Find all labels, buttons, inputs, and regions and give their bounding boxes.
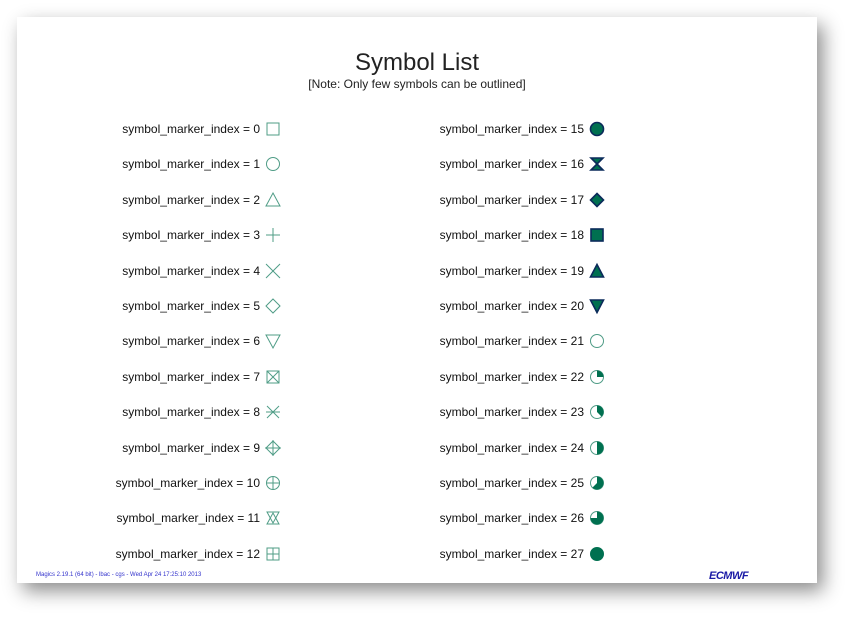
plot-page: Symbol List [Note: Only few symbols can … xyxy=(17,17,817,583)
marker-27-icon xyxy=(590,546,604,561)
marker-18-icon xyxy=(590,228,604,242)
right-symbol-row: symbol_marker_index = 15 xyxy=(17,120,610,140)
right-symbol-row: symbol_marker_index = 21 xyxy=(17,332,610,352)
right-symbol-row: symbol_marker_index = 20 xyxy=(17,297,610,317)
right-symbol-row: symbol_marker_index = 17 xyxy=(17,191,610,211)
symbol-label: symbol_marker_index = 22 xyxy=(439,369,584,384)
ecmwf-logo: ECMWF xyxy=(709,570,749,582)
page-subtitle: [Note: Only few symbols can be outlined] xyxy=(308,77,526,91)
right-symbol-row: symbol_marker_index = 16 xyxy=(17,155,610,175)
marker-17-icon xyxy=(589,192,605,208)
symbol-label: symbol_marker_index = 21 xyxy=(439,334,584,349)
marker-24-icon xyxy=(590,440,604,455)
symbol-label: symbol_marker_index = 26 xyxy=(439,511,584,526)
symbol-label: symbol_marker_index = 25 xyxy=(439,476,584,490)
magics-footer: Magics 2.19.1 (64 bit) - lbac - cgs - We… xyxy=(36,572,202,578)
right-symbol-row: symbol_marker_index = 25 xyxy=(17,474,610,494)
right-symbol-row: symbol_marker_index = 22 xyxy=(17,368,610,388)
symbol-label: symbol_marker_index = 19 xyxy=(439,263,584,278)
symbol-label: symbol_marker_index = 24 xyxy=(439,440,584,455)
symbol-label: symbol_marker_index = 23 xyxy=(439,405,584,420)
marker-15-icon xyxy=(589,121,605,137)
right-symbol-row: symbol_marker_index = 24 xyxy=(17,439,610,459)
marker-16-icon xyxy=(589,157,605,172)
marker-23-icon xyxy=(590,405,604,420)
symbol-label: symbol_marker_index = 17 xyxy=(439,192,584,207)
right-symbol-row: symbol_marker_index = 26 xyxy=(17,509,610,529)
marker-19-icon xyxy=(589,262,605,278)
symbol-label: symbol_marker_index = 20 xyxy=(439,299,584,313)
marker-25-icon xyxy=(590,476,604,490)
right-symbol-row: symbol_marker_index = 23 xyxy=(17,403,610,423)
symbol-label: symbol_marker_index = 27 xyxy=(439,546,584,561)
right-symbol-row: symbol_marker_index = 27 xyxy=(17,545,610,565)
marker-22-icon xyxy=(590,369,604,384)
symbol-label: symbol_marker_index = 16 xyxy=(439,157,584,172)
symbol-label: symbol_marker_index = 18 xyxy=(439,228,584,243)
marker-20-icon xyxy=(589,299,605,315)
marker-21-icon xyxy=(590,334,604,349)
right-symbol-row: symbol_marker_index = 18 xyxy=(17,226,610,246)
page-title: Symbol List xyxy=(354,49,480,76)
symbol-label: symbol_marker_index = 15 xyxy=(439,122,584,136)
marker-26-icon xyxy=(590,511,604,526)
right-symbol-row: symbol_marker_index = 19 xyxy=(17,262,610,282)
